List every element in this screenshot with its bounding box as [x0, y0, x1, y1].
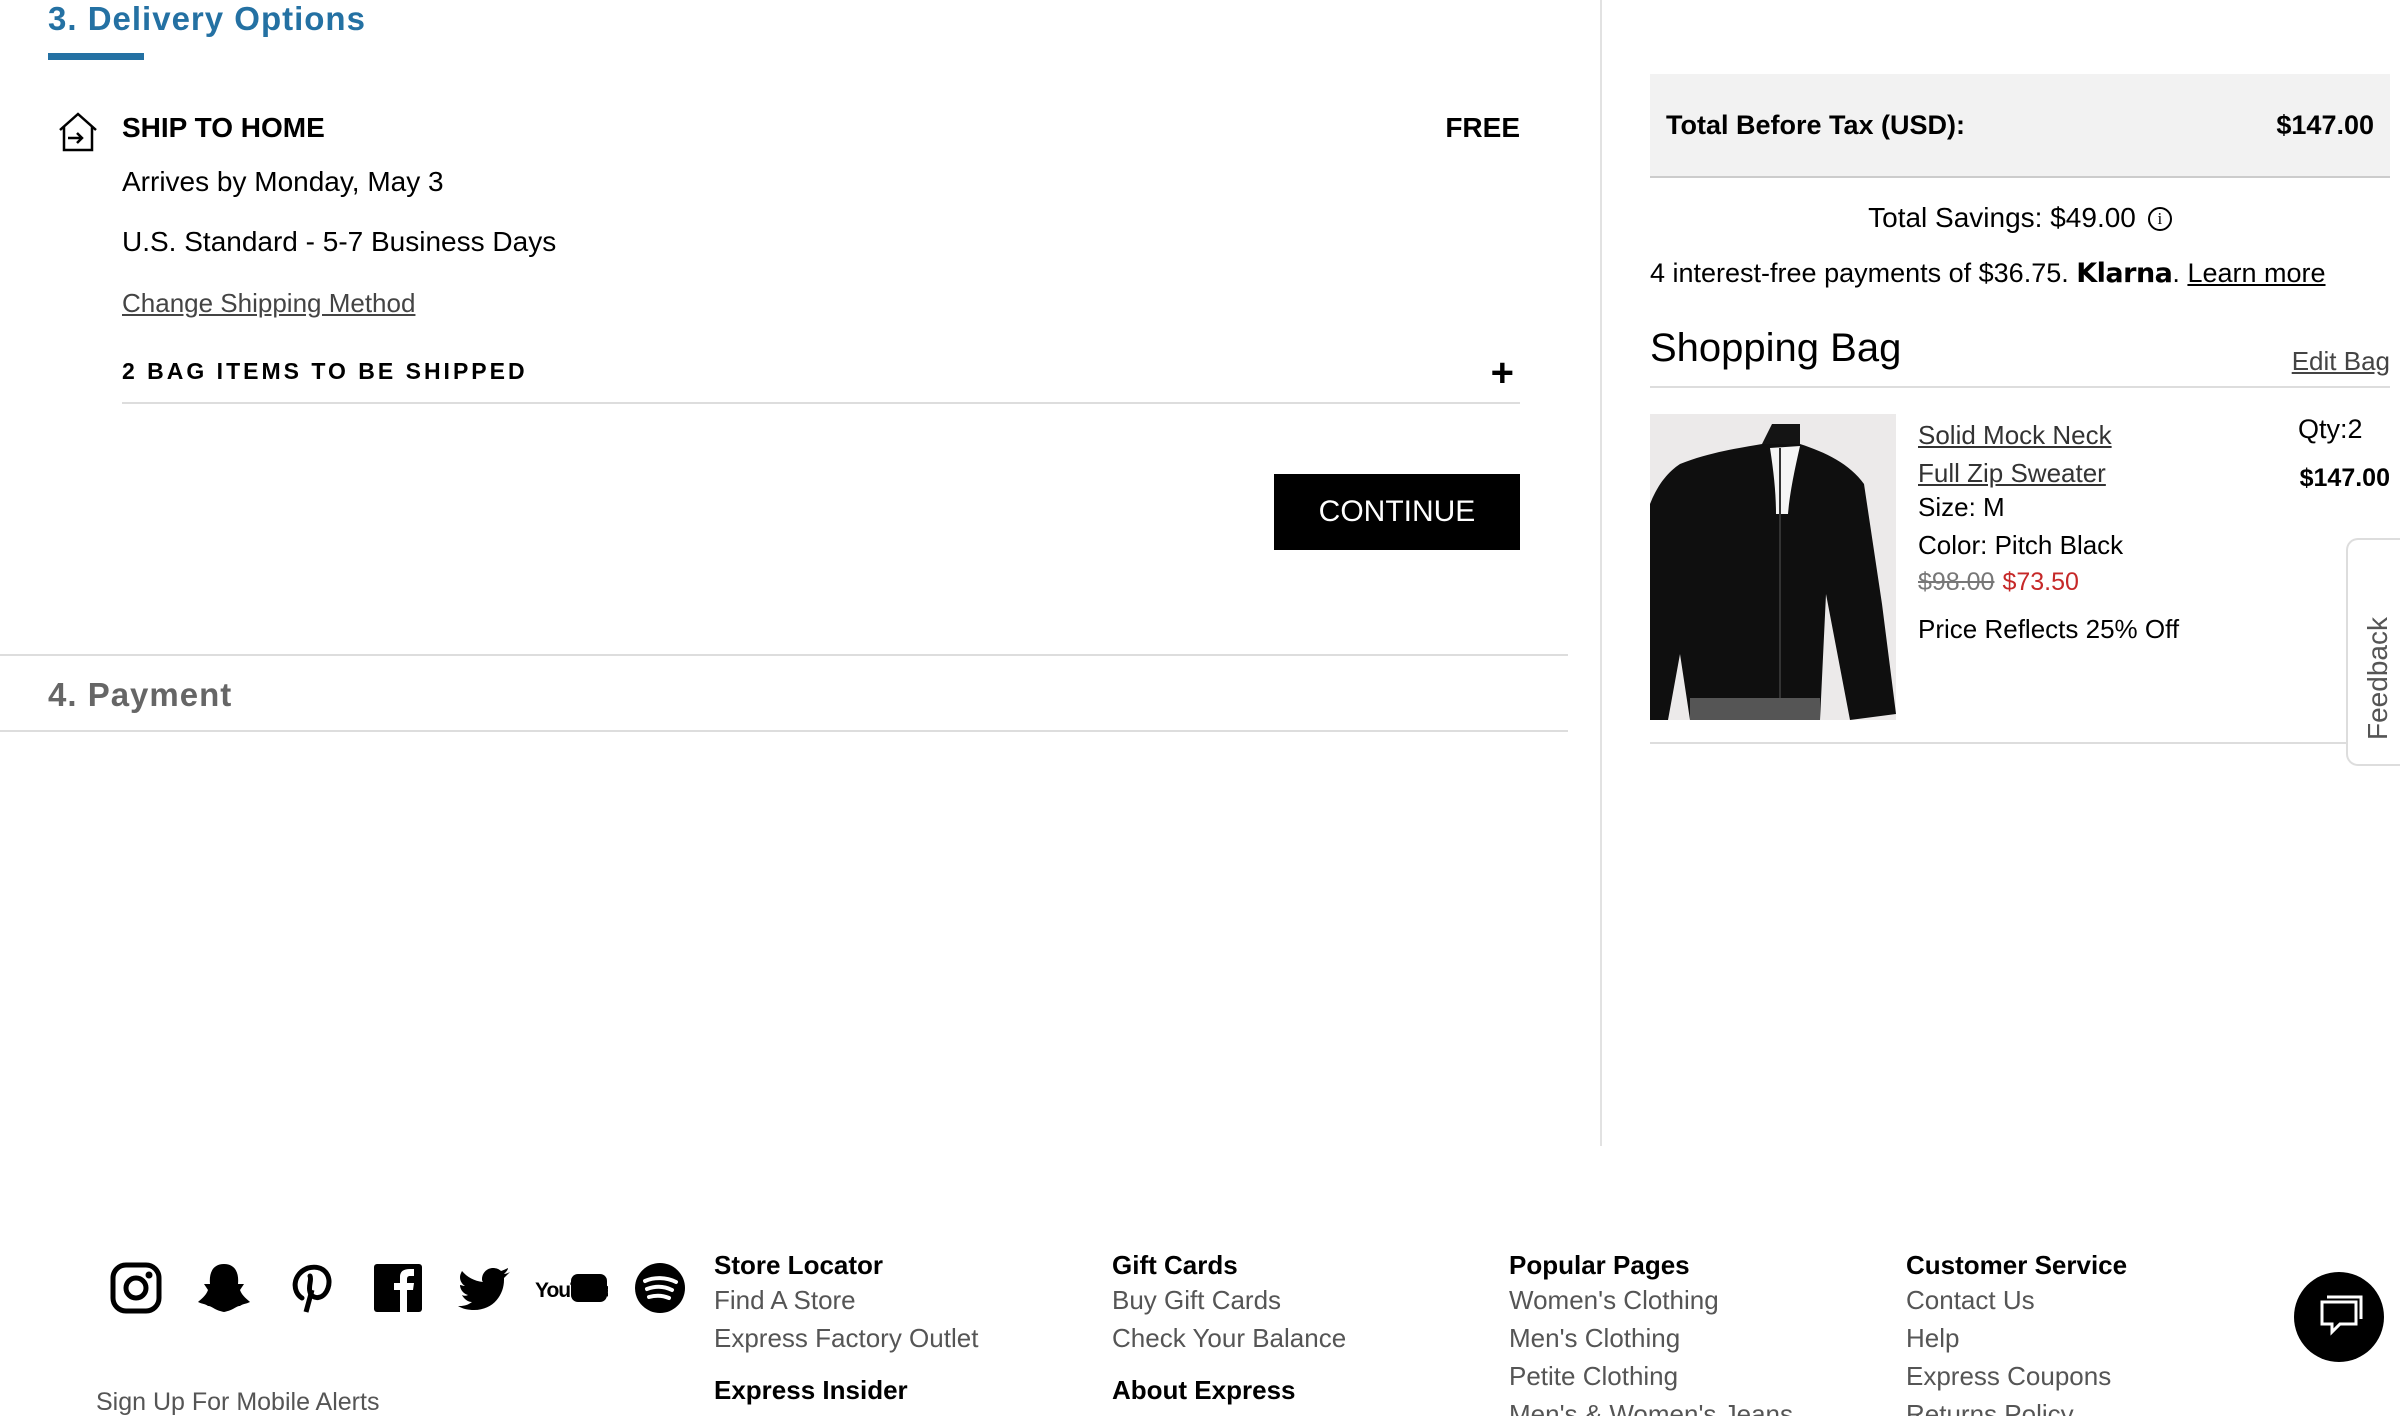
bag-items-label: 2 BAG ITEMS TO BE SHIPPED — [122, 358, 528, 384]
total-savings: Total Savings: $49.00 i — [1650, 202, 2390, 234]
footer-link[interactable]: Find A Store — [714, 1281, 978, 1319]
facebook-icon[interactable] — [370, 1260, 426, 1316]
product-size: Size: M — [1918, 492, 2005, 522]
product-image[interactable] — [1650, 414, 1896, 720]
active-step-underline — [48, 53, 144, 60]
sale-price: $73.50 — [2002, 568, 2079, 596]
product-line-total: $147.00 — [2299, 464, 2390, 492]
twitter-icon[interactable] — [458, 1260, 514, 1316]
youtube-icon[interactable]: YouTube — [534, 1260, 608, 1316]
mobile-alerts-link[interactable]: Sign Up For Mobile Alerts — [96, 1388, 379, 1416]
footer-col-store-locator: Store Locator Find A Store Express Facto… — [714, 1250, 978, 1406]
expand-plus-icon[interactable]: + — [1491, 348, 1514, 398]
snapchat-icon[interactable] — [196, 1260, 252, 1316]
total-label: Total Before Tax (USD): — [1666, 110, 1966, 140]
instagram-icon[interactable] — [108, 1260, 164, 1316]
klarna-period: . — [2172, 258, 2180, 288]
arrival-date: Arrives by Monday, May 3 — [122, 166, 444, 197]
footer-link[interactable]: Buy Gift Cards — [1112, 1281, 1346, 1319]
footer-link[interactable]: Check Your Balance — [1112, 1319, 1346, 1357]
info-icon[interactable]: i — [2147, 207, 2172, 231]
klarna-logo: Klarna — [2076, 258, 2173, 289]
ship-to-home-title: SHIP TO HOME — [122, 112, 325, 143]
footer-link[interactable]: Express Coupons — [1906, 1357, 2127, 1395]
klarna-learn-more-link[interactable]: Learn more — [2187, 258, 2325, 288]
footer-link[interactable]: Express Factory Outlet — [714, 1319, 978, 1357]
footer-heading[interactable]: About Express — [1112, 1375, 1346, 1406]
chat-icon — [2320, 1295, 2363, 1336]
edit-bag-link[interactable]: Edit Bag — [2292, 346, 2390, 377]
footer-link[interactable]: Contact Us — [1906, 1281, 2127, 1319]
shipping-method: U.S. Standard - 5-7 Business Days — [122, 226, 557, 257]
product-color: Color: Pitch Black — [1918, 530, 2124, 560]
product-name[interactable]: Solid Mock Neck Full Zip Sweater — [1918, 416, 2128, 492]
shopping-bag-title: Shopping Bag — [1650, 326, 1902, 370]
klarna-text: 4 interest-free payments of $36.75. — [1650, 258, 2077, 288]
original-price: $98.00 — [1918, 568, 1995, 596]
shipping-price: FREE — [1445, 112, 1520, 143]
step-3-title: 3. Delivery Options — [48, 0, 366, 37]
pinterest-icon[interactable] — [282, 1260, 338, 1316]
divider — [1650, 742, 2390, 744]
footer-col-popular-pages: Popular Pages Women's Clothing Men's Clo… — [1509, 1250, 1793, 1416]
total-before-tax-box: Total Before Tax (USD): $147.00 — [1650, 74, 2390, 178]
product-quantity: Qty:2 — [2298, 414, 2363, 444]
total-value: $147.00 — [2276, 110, 2374, 140]
footer-link[interactable]: Men's Clothing — [1509, 1319, 1793, 1357]
feedback-label: Feedback — [2362, 617, 2393, 740]
footer-col-customer-service: Customer Service Contact Us Help Express… — [1906, 1250, 2127, 1416]
footer-link[interactable]: Help — [1906, 1319, 2127, 1357]
change-shipping-method-link[interactable]: Change Shipping Method — [122, 288, 415, 319]
column-divider — [1600, 0, 1602, 1146]
discount-note: Price Reflects 25% Off — [1918, 614, 2180, 644]
continue-button[interactable]: CONTINUE — [1274, 474, 1520, 550]
footer-col-gift-cards: Gift Cards Buy Gift Cards Check Your Bal… — [1112, 1250, 1346, 1406]
payment-section[interactable]: 4. Payment — [0, 654, 1568, 732]
footer-link[interactable]: Returns Policy — [1906, 1395, 2127, 1416]
feedback-tab[interactable]: Feedback — [2346, 538, 2400, 766]
divider — [1650, 386, 2390, 388]
product-prices: $98.00 $73.50 — [1918, 568, 2079, 597]
footer-heading[interactable]: Store Locator — [714, 1250, 978, 1281]
footer-link[interactable]: Men's & Women's Jeans — [1509, 1395, 1793, 1416]
step-4-title: 4. Payment — [48, 676, 233, 713]
ship-to-home-icon — [59, 112, 97, 152]
total-savings-text: Total Savings: $49.00 — [1868, 202, 2136, 233]
bag-items-accordion[interactable]: 2 BAG ITEMS TO BE SHIPPED + — [122, 348, 1520, 404]
footer-heading[interactable]: Gift Cards — [1112, 1250, 1346, 1281]
chat-button[interactable] — [2294, 1272, 2384, 1362]
footer-link[interactable]: Petite Clothing — [1509, 1357, 1793, 1395]
footer-link[interactable]: Women's Clothing — [1509, 1281, 1793, 1319]
footer-heading[interactable]: Express Insider — [714, 1375, 978, 1406]
footer-heading[interactable]: Customer Service — [1906, 1250, 2127, 1281]
klarna-installments: 4 interest-free payments of $36.75. Klar… — [1650, 258, 2326, 289]
product-name-link[interactable]: Solid Mock Neck Full Zip Sweater — [1918, 416, 2128, 492]
footer-heading[interactable]: Popular Pages — [1509, 1250, 1793, 1281]
spotify-icon[interactable] — [632, 1260, 688, 1316]
youtube-wordmark: YouTube — [535, 1279, 608, 1302]
